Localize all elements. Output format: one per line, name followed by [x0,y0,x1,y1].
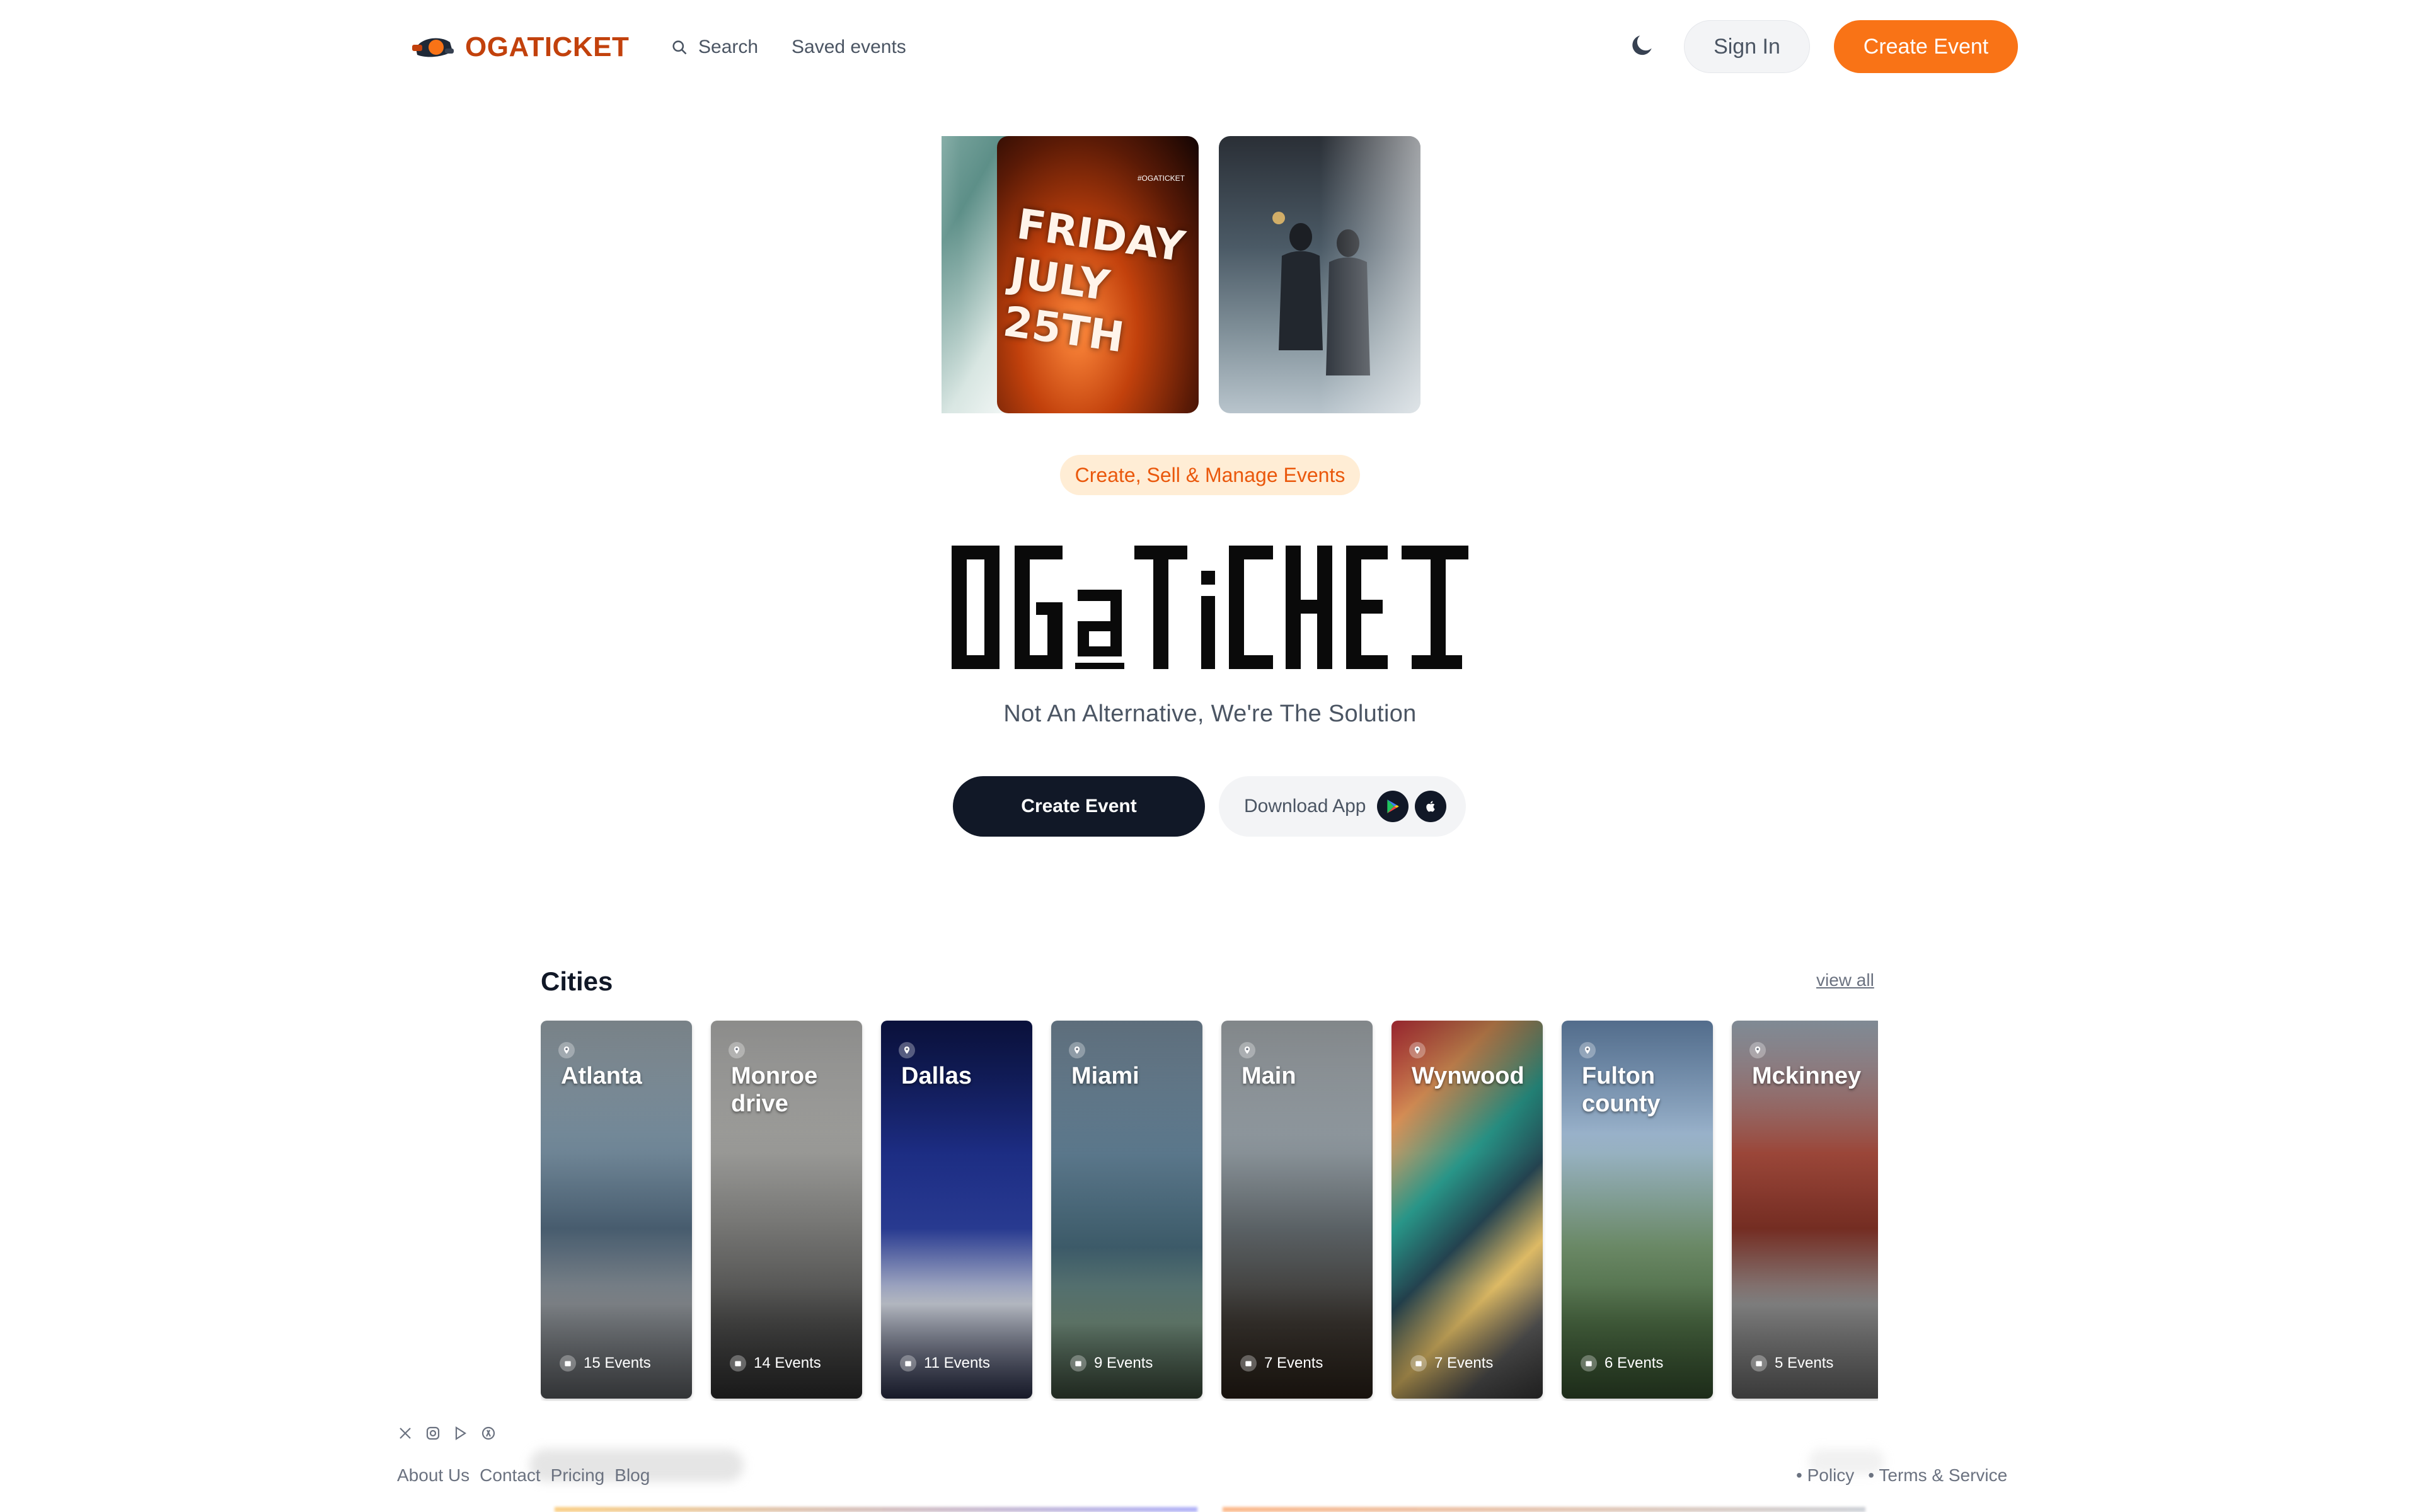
carousel-slide[interactable]: FRIDAY JULY 25TH #OGATICKET [997,136,1199,413]
map-pin-icon [1409,1042,1426,1058]
footer-link-about[interactable]: About Us [397,1465,470,1486]
city-event-count: 7 Events [1240,1354,1323,1372]
footer-link-contact[interactable]: Contact [480,1465,541,1486]
footer-links: About Us Contact Pricing Blog [397,1465,650,1486]
search-icon [672,40,687,55]
city-event-count: 15 Events [560,1354,651,1372]
city-card-miami[interactable]: Miami 9 Events [1051,1021,1202,1399]
footer-link-blog[interactable]: Blog [614,1465,650,1486]
city-count-label: 5 Events [1775,1354,1834,1372]
partial-card-preview [1223,1507,1865,1512]
app-store-icon[interactable] [480,1425,497,1441]
hero-carousel[interactable]: FRIDAY JULY 25TH #OGATICKET [942,136,1422,413]
city-card-monroe-drive[interactable]: Monroe drive 14 Events [711,1021,862,1399]
footer-link-policy[interactable]: Policy [1796,1465,1855,1486]
hero-wordmark-logo [952,546,1468,669]
city-count-label: 11 Events [924,1354,990,1372]
city-event-count: 7 Events [1410,1354,1493,1372]
search-label: Search [698,37,759,57]
calendar-icon [1410,1355,1427,1372]
city-count-label: 9 Events [1094,1354,1153,1372]
slide-caption: FRIDAY JULY 25TH [1000,199,1188,362]
city-name: Miami [1071,1063,1139,1089]
logo-text: OGATICKET [465,32,630,62]
party-people-image [1272,212,1370,375]
city-name: Fulton county [1582,1063,1661,1117]
hero-subtitle: Not An Alternative, We're The Solution [1003,701,1417,727]
play-store-icon[interactable] [452,1425,469,1441]
city-event-count: 9 Events [1070,1354,1153,1372]
view-all-cities-link[interactable]: view all [1816,970,1874,990]
map-pin-icon [729,1042,745,1058]
logo-mark-icon [412,38,454,57]
carousel-slide[interactable] [1219,136,1420,413]
city-card-fulton-county[interactable]: Fulton county 6 Events [1562,1021,1713,1399]
calendar-icon [1581,1355,1597,1372]
calendar-icon [560,1355,576,1372]
slide-handle: #OGATICKET [1137,174,1185,183]
footer-link-terms[interactable]: Terms & Service [1868,1465,2007,1486]
calendar-icon [1751,1355,1767,1372]
create-event-button[interactable]: Create Event [1834,20,2018,73]
map-pin-icon [1069,1042,1085,1058]
calendar-icon [730,1355,746,1372]
tagline-badge: Create, Sell & Manage Events [1060,455,1360,495]
map-pin-icon [899,1042,915,1058]
calendar-icon [900,1355,916,1372]
map-pin-icon [1749,1042,1766,1058]
saved-events-link[interactable]: Saved events [792,33,906,62]
city-card-atlanta[interactable]: Atlanta 15 Events [541,1021,692,1399]
city-event-count: 14 Events [730,1354,821,1372]
theme-toggle-button[interactable] [1625,28,1660,63]
city-count-label: 7 Events [1264,1354,1323,1372]
cities-heading: Cities [541,966,613,996]
city-count-label: 7 Events [1434,1354,1494,1372]
partial-card-preview [555,1507,1197,1512]
city-name: Mckinney [1752,1063,1862,1089]
instagram-icon[interactable] [425,1425,441,1441]
search-link[interactable]: Search [671,33,758,62]
city-name: Main [1242,1063,1296,1089]
city-event-count: 5 Events [1751,1354,1833,1372]
city-name: Wynwood [1412,1063,1524,1089]
google-play-icon[interactable] [1377,791,1409,822]
sign-in-button[interactable]: Sign In [1684,20,1810,73]
calendar-icon [1240,1355,1257,1372]
top-navigation: OGATICKET Search Saved events Sign In Cr… [0,0,2420,94]
city-name: Dallas [901,1063,972,1089]
map-pin-icon [1239,1042,1255,1058]
download-app-label: Download App [1244,796,1366,816]
map-pin-icon [558,1042,575,1058]
moon-icon [1632,35,1652,55]
city-card-main[interactable]: Main 7 Events [1221,1021,1373,1399]
city-card-dallas[interactable]: Dallas 11 Events [881,1021,1032,1399]
city-count-label: 6 Events [1605,1354,1664,1372]
x-icon[interactable] [397,1425,413,1441]
city-name: Atlanta [561,1063,642,1089]
city-count-label: 14 Events [754,1354,821,1372]
city-event-count: 6 Events [1581,1354,1663,1372]
city-card-mckinney[interactable]: Mckinney 5 Events [1732,1021,1878,1399]
city-event-count: 11 Events [900,1354,990,1372]
download-app-button[interactable]: Download App [1219,776,1466,837]
footer-link-pricing[interactable]: Pricing [551,1465,605,1486]
site-logo[interactable]: OGATICKET [411,28,629,67]
city-card-wynwood[interactable]: Wynwood 7 Events [1392,1021,1543,1399]
cities-carousel[interactable]: Atlanta 15 Events Monroe drive 14 Events… [541,1021,1878,1401]
city-name: Monroe drive [731,1063,818,1117]
footer-social-links [397,1425,497,1441]
apple-icon[interactable] [1415,791,1447,822]
footer-legal-links: Policy Terms & Service [1796,1465,2008,1486]
calendar-icon [1070,1355,1086,1372]
map-pin-icon [1579,1042,1596,1058]
city-count-label: 15 Events [584,1354,651,1372]
hero-create-event-button[interactable]: Create Event [953,776,1205,837]
